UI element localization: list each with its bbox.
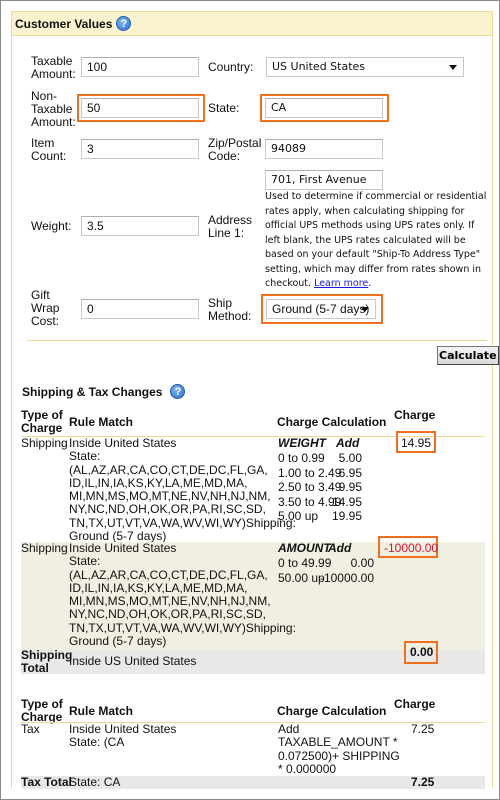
header-rule: Rule Match	[69, 415, 134, 429]
weight-label: Weight:	[31, 219, 72, 233]
charge-cell: 0.00	[410, 645, 434, 659]
shipping-total-row: Shipping Total Inside US United States 0…	[21, 641, 485, 676]
address-line-1-label: Address Line 1:	[208, 213, 253, 240]
taxable-amount-input[interactable]: 100	[81, 57, 199, 77]
question-circle-icon[interactable]: ?	[116, 16, 132, 31]
header-type: Type of Charge	[21, 408, 63, 435]
zip-input[interactable]: 94089	[265, 139, 383, 159]
tax-table: Type of Charge Rule Match Charge Calcula…	[21, 698, 485, 790]
rule-cell: Inside US United States	[69, 654, 197, 668]
weight-input[interactable]: 3.5	[81, 216, 199, 236]
non-taxable-amount-input[interactable]: 50	[81, 98, 199, 118]
shipping-table: Type of Charge Rule Match Charge Calcula…	[21, 408, 485, 675]
zip-label: Zip/Postal Code:	[208, 136, 262, 163]
header-calc: Charge Calculation	[277, 704, 387, 718]
non-taxable-amount-label: Non- Taxable Amount:	[31, 89, 76, 129]
question-circle-icon[interactable]: ?	[170, 384, 186, 399]
header-charge: Charge	[394, 697, 436, 711]
window-frame: Customer Values ? Taxable Amount: 100 Co…	[0, 0, 500, 800]
charge-cell: 14.95	[401, 436, 432, 450]
rule-cell: Inside United States State: (AL,AZ,AR,CA…	[69, 436, 296, 544]
taxable-amount-label: Taxable Amount:	[31, 54, 76, 81]
country-label: Country:	[208, 60, 254, 74]
state-label: State:	[208, 101, 240, 115]
ship-method-select[interactable]: Ground (5-7 days)	[266, 299, 376, 319]
header-rule: Rule Match	[69, 704, 134, 718]
divider	[27, 340, 487, 341]
calculate-button[interactable]: Calculate	[437, 346, 499, 365]
calc-cell: AMOUNT Add 0 to 49.99 0.00 50.00 up -10000.…	[278, 541, 374, 585]
learn-more-link[interactable]: Learn more	[314, 278, 368, 289]
table-row: Tax Inside United States State: (CA Add …	[21, 722, 485, 779]
address-line-1-input[interactable]: 701, First Avenue	[265, 170, 383, 190]
type-cell: Shipping	[21, 436, 68, 450]
header-charge: Charge	[394, 408, 436, 422]
address-note: Used to determine if commercial or resid…	[265, 191, 487, 289]
panel-header: Customer Values ?	[12, 12, 492, 36]
table-row: Shipping Inside United States State: (AL…	[21, 431, 485, 544]
type-cell: Tax	[21, 722, 40, 736]
country-value: US United States	[272, 60, 366, 73]
calc-cell: WEIGHT Add 0 to 0.99 5.00 1.00 to 2.49 6.95…	[278, 436, 362, 523]
total-label: Tax Total	[21, 775, 72, 789]
table-row: Shipping Inside United States State: (AL…	[21, 536, 485, 650]
charge-cell: 7.25	[411, 722, 435, 736]
calc-cell: Add TAXABLE_AMOUNT * 0.072500)+ SHIPPING…	[278, 722, 400, 776]
country-select[interactable]: US United States	[266, 57, 464, 77]
tax-total-row: Tax Total State: CA 7.25	[21, 775, 485, 789]
section-title: Shipping & Tax Changes ?	[22, 384, 186, 399]
gift-wrap-cost-label: Gift Wrap Cost:	[31, 288, 60, 328]
rule-cell: Inside United States State: (CA	[69, 722, 177, 750]
chevron-down-icon	[361, 307, 369, 312]
gift-wrap-cost-input[interactable]: 0	[81, 299, 199, 319]
ship-method-value: Ground (5-7 days)	[272, 302, 370, 316]
chevron-down-icon	[449, 65, 457, 70]
rule-cell: State: CA	[69, 775, 121, 789]
charge-cell: 7.25	[411, 775, 435, 789]
total-label: Shipping Total	[21, 648, 73, 676]
ship-method-label: Ship Method:	[208, 296, 252, 323]
charge-cell: -10000.00	[384, 541, 439, 555]
item-count-input[interactable]: 3	[81, 139, 199, 159]
type-cell: Shipping	[21, 541, 68, 555]
rule-cell: Inside United States State: (AL,AZ,AR,CA…	[69, 541, 296, 649]
state-input[interactable]: CA	[265, 98, 383, 118]
header-calc: Charge Calculation	[277, 415, 387, 429]
header-type: Type of Charge	[21, 697, 63, 724]
panel-title: Customer Values	[15, 16, 113, 31]
item-count-label: Item Count:	[31, 136, 67, 163]
